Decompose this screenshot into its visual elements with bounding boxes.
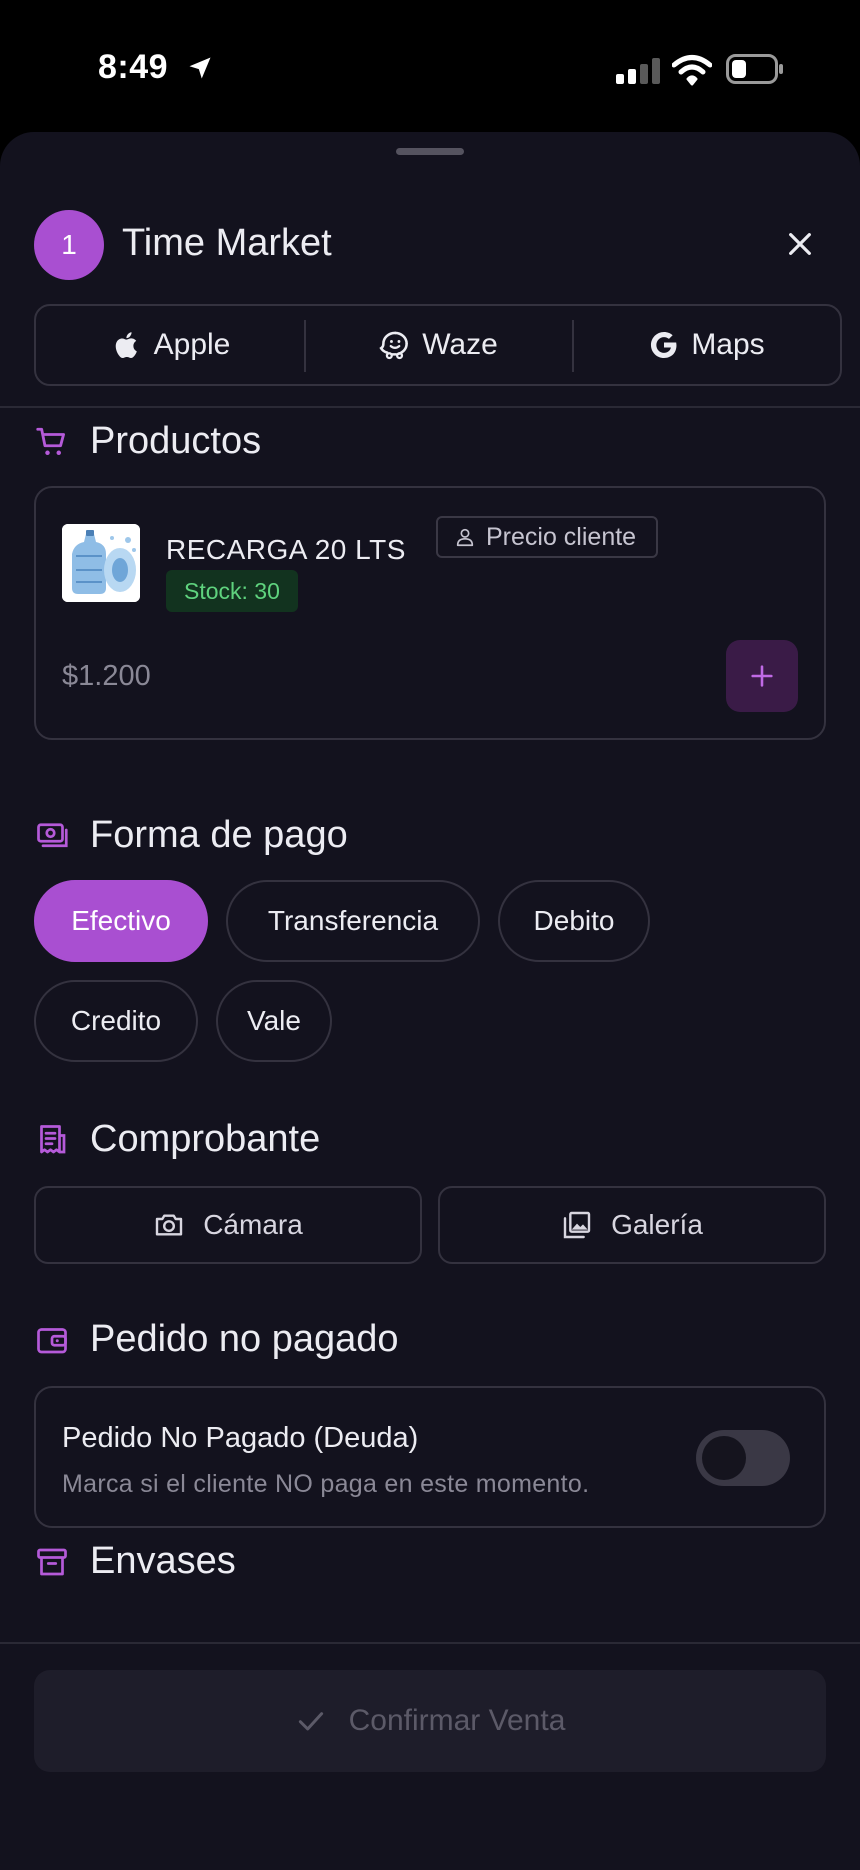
- google-maps-label: Maps: [691, 328, 765, 361]
- camera-button[interactable]: Cámara: [34, 1186, 422, 1264]
- product-price: $1.200: [62, 660, 151, 692]
- unpaid-toggle-description: Marca si el cliente NO paga en este mome…: [62, 1470, 590, 1498]
- price-type-tag: Precio cliente: [436, 516, 659, 558]
- payment-option-vale[interactable]: Vale: [216, 980, 332, 1062]
- containers-section-title: Envases: [90, 1540, 236, 1582]
- stop-number-badge: 1: [34, 210, 104, 280]
- status-bar: 8:49: [0, 0, 860, 132]
- page-title: Time Market: [122, 222, 332, 264]
- product-image: [62, 524, 140, 602]
- cellular-signal-icon: [616, 58, 660, 84]
- receipt-icon: [40, 1125, 66, 1154]
- checkmark-icon: [298, 1712, 323, 1731]
- location-arrow-icon: [189, 57, 211, 79]
- unpaid-section-title: Pedido no pagado: [90, 1318, 399, 1360]
- bottom-sheet: 1 Time Market Apple Waze Maps Productos …: [0, 132, 860, 1870]
- gallery-icon: [563, 1211, 591, 1239]
- add-product-button[interactable]: [726, 640, 798, 712]
- product-name: RECARGA 20 LTS: [166, 534, 406, 565]
- cash-icon: [37, 823, 68, 848]
- archive-box-icon: [37, 1548, 67, 1576]
- navigation-apps-group: Apple Waze Maps: [34, 304, 842, 386]
- camera-icon: [156, 1214, 183, 1236]
- plus-icon: [751, 665, 773, 687]
- waze-label: Waze: [422, 328, 498, 361]
- receipt-section-title: Comprobante: [90, 1118, 321, 1160]
- unpaid-toggle-title: Pedido No Pagado (Deuda): [62, 1422, 419, 1454]
- sheet-grabber-handle[interactable]: [396, 148, 464, 155]
- price-type-label: Precio cliente: [486, 522, 637, 551]
- unpaid-toggle-switch[interactable]: [696, 1430, 790, 1486]
- camera-label: Cámara: [203, 1209, 303, 1240]
- confirm-sale-label: Confirmar Venta: [348, 1704, 566, 1737]
- payment-option-debito[interactable]: Debito: [498, 880, 650, 962]
- wallet-icon: [37, 1328, 67, 1354]
- close-icon[interactable]: [784, 228, 816, 260]
- waze-button[interactable]: Waze: [304, 306, 572, 384]
- wifi-icon: [672, 55, 712, 86]
- divider: [0, 1642, 860, 1644]
- google-maps-button[interactable]: Maps: [572, 306, 840, 384]
- google-icon: [651, 331, 677, 359]
- payment-option-efectivo[interactable]: Efectivo: [34, 880, 208, 962]
- unpaid-order-card: Pedido No Pagado (Deuda) Marca si el cli…: [34, 1386, 826, 1528]
- payment-option-credito[interactable]: Credito: [34, 980, 198, 1062]
- stock-badge: Stock: 30: [166, 570, 298, 612]
- apple-maps-label: Apple: [153, 328, 231, 361]
- apple-icon: [115, 332, 137, 359]
- products-section-title: Productos: [90, 420, 262, 462]
- product-card: RECARGA 20 LTS Precio cliente Stock: 30 …: [34, 486, 826, 740]
- shopping-cart-icon: [36, 427, 65, 456]
- payment-section-title: Forma de pago: [90, 814, 348, 856]
- gallery-button[interactable]: Galería: [438, 1186, 826, 1264]
- user-icon: [456, 528, 474, 547]
- toggle-knob: [702, 1436, 746, 1480]
- status-time: 8:49: [98, 48, 169, 86]
- waze-icon: [379, 331, 409, 360]
- water-jug-icon: [62, 524, 140, 602]
- confirm-sale-button[interactable]: Confirmar Venta: [34, 1670, 826, 1772]
- apple-maps-button[interactable]: Apple: [36, 306, 304, 384]
- payment-option-transferencia[interactable]: Transferencia: [226, 880, 480, 962]
- gallery-label: Galería: [611, 1209, 703, 1240]
- battery-icon: [726, 54, 783, 84]
- divider: [0, 406, 860, 408]
